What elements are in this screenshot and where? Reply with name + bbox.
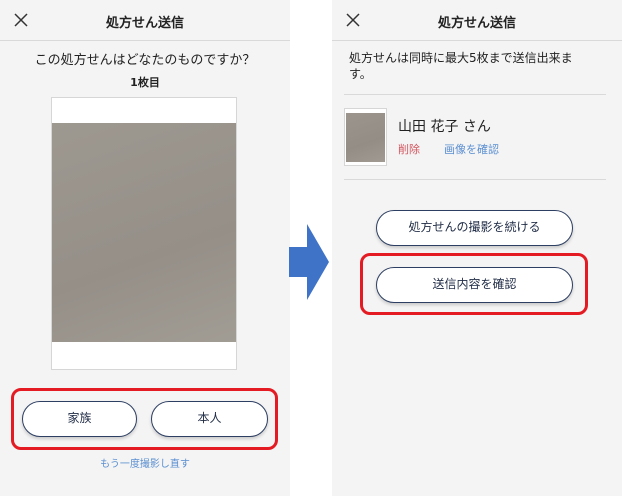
info-line: 処方せんは同時に最大5枚まで送信出来ま	[349, 51, 573, 65]
header: 処方せん送信	[0, 0, 290, 41]
info-text: 処方せんは同時に最大5枚まで送信出来ま す。	[349, 50, 608, 82]
retake-link[interactable]: もう一度撮影し直す	[0, 455, 290, 470]
owner-question: この処方せんはどなたのものですか？	[34, 53, 256, 68]
prescription-photo	[52, 123, 236, 342]
page-title: 処方せん送信	[105, 16, 184, 31]
prescription-photo-frame	[51, 97, 237, 370]
prescription-thumbnail[interactable]	[344, 108, 387, 166]
arrow-right-icon	[289, 224, 329, 300]
right-screen: 処方せん送信 処方せんは同時に最大5枚まで送信出来ま す。 山田 花子 さん 削…	[332, 0, 622, 496]
sheet-count: 1枚目	[130, 76, 160, 89]
self-button[interactable]: 本人	[151, 401, 268, 437]
patient-name: 山田 花子 さん	[398, 119, 491, 135]
thumbnail-image	[346, 113, 385, 162]
family-button[interactable]: 家族	[22, 401, 137, 437]
view-image-link[interactable]: 画像を確認	[444, 141, 499, 157]
delete-link[interactable]: 削除	[398, 141, 420, 157]
divider	[344, 179, 606, 180]
continue-capture-button[interactable]: 処方せんの撮影を続ける	[376, 210, 573, 246]
page-title: 処方せん送信	[437, 16, 516, 31]
header: 処方せん送信	[332, 0, 622, 41]
info-line: す。	[349, 67, 372, 81]
confirm-send-button[interactable]: 送信内容を確認	[376, 267, 573, 303]
divider	[344, 94, 606, 95]
